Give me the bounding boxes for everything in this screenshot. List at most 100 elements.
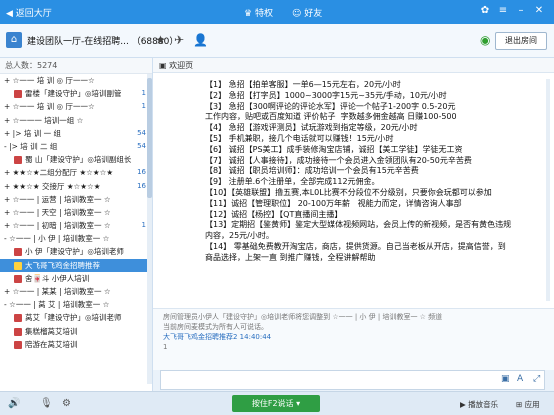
app-label: 应用 <box>524 400 540 409</box>
row-count: 54 <box>137 128 146 137</box>
notice-line: 内容，25元/小时。 <box>205 231 274 241</box>
member-item[interactable]: 陪游在莴艾培训 <box>0 338 152 351</box>
chat-message: 1 <box>163 343 168 351</box>
push-to-talk-button[interactable]: 按住F2说话 ▾ <box>232 395 320 412</box>
member-item[interactable]: 蜀 山「建设守护」◎培训副组长 <box>0 153 152 166</box>
chat-input[interactable]: ▣ A ⤢ <box>160 370 545 390</box>
bottom-toolbar: 🔊 🎙 ⚙ 按住F2说话 ▾ ▶ 播放音乐 ⊞ 应用 <box>0 391 554 415</box>
speaker-icon[interactable]: 🔊 <box>8 398 20 409</box>
notice-line: 【7】 诚招【人事接待】，成功接待一个会员进入金领团队有20-50元辛苦费 <box>205 155 472 165</box>
notice-line: 工作内容，贴吧或百度知道 评价帖子 字数越多佣金越高 日赚100-500 <box>205 112 457 122</box>
exit-room-button[interactable]: 退出房间 <box>495 32 547 50</box>
avatar-icon <box>14 261 22 270</box>
notice-line: 商品选择，上架一直 到推广赚钱，全程讲解帮助 <box>205 252 376 262</box>
skin-icon[interactable]: ✿ <box>478 4 492 18</box>
channel-scroll-thumb[interactable] <box>147 78 152 198</box>
notice-line: 【8】 诚招【职员培训师】：成功培训一个会员有15元辛苦费 <box>205 166 419 176</box>
push-to-talk-label: 按住F2说话 <box>251 399 294 408</box>
notice-scrollbar[interactable] <box>546 79 550 301</box>
member-item[interactable]: 雷楼「建设守护」◎培训副管 1 <box>0 87 152 100</box>
row-label: 陪游在莴艾培训 <box>25 339 78 349</box>
chat-message: 大飞哥飞鸡金招聘推荐2 14:40:44 <box>163 333 272 341</box>
channel-item[interactable]: + ☆一一 | 天空 | 培训教室一 ☆ <box>0 206 152 219</box>
channel-item[interactable]: + ☆一一 培 训 ◎ 厅一一☆ <box>0 74 152 87</box>
picture-icon[interactable]: ▣ <box>501 374 510 384</box>
menu-icon[interactable]: ≡ <box>496 4 510 18</box>
row-count: 1 <box>141 221 146 230</box>
chat-messages: 房间管理员小伊人「建设守护」◎培训老师将您调整到 ☆一一 | 小 伊 | 培训教… <box>153 308 554 370</box>
row-label: + ☆一一 | 运营 | 培训教室一 ☆ <box>4 194 111 204</box>
channel-item[interactable]: - |> 培 训 二 组 54 <box>0 140 152 153</box>
settings-icon[interactable]: ⚙ <box>62 398 71 409</box>
row-count: 16 <box>137 181 146 190</box>
close-icon[interactable]: ✕ <box>532 4 546 18</box>
row-label: - |> 培 训 二 组 <box>4 141 58 151</box>
row-label: 集糕榴莴艾培训 <box>25 326 78 336</box>
member-item[interactable]: 大飞哥飞鸡金招聘推荐 <box>0 258 152 272</box>
member-item[interactable]: 莴艾「建设守护」◎培训老师 <box>0 311 152 324</box>
back-to-lobby-button[interactable]: ◀ 返回大厅 <box>6 6 52 19</box>
notice-line: 【13】定期招【鉴黄师】鉴定大型媒体视频网站，会员上传的新视频，是否有黄色违规 <box>205 220 512 230</box>
channel-item[interactable]: + ★★☆★ 交接厅 ★☆★☆★ 16 <box>0 180 152 193</box>
notice-line: 【2】 急招【打字员】1000~3000字15元~35元/手动，10元/小时 <box>205 90 447 100</box>
row-count: 54 <box>137 141 146 150</box>
tab-friends[interactable]: ☺ 好友 <box>292 6 322 19</box>
row-label: - ☆一一 | 小 伊 | 培训教室一 ☆ <box>4 234 110 244</box>
avatar-icon <box>14 156 22 165</box>
notice-line: 【9】 注册单.6个注册单，全部完成112元佣金。 <box>205 177 380 187</box>
chat-message: 当前房间麦模式为所有人可说话。 <box>163 323 268 331</box>
notice-line: 【10】【英雄联盟】撸五赛,本L0L比赛不分段位不分级别，只要你会玩都可以参加 <box>205 187 492 197</box>
channel-scrollbar[interactable] <box>147 74 152 384</box>
back-label: 返回大厅 <box>15 9 52 19</box>
notice-line: 【6】 诚招【PS美工】成手装修淘宝店铺，诚招【美工学徒】学徒无工资 <box>205 144 463 154</box>
chat-message: 房间管理员小伊人「建设守护」◎培训老师将您调整到 ☆一一 | 小 伊 | 培训教… <box>163 313 443 321</box>
avatar-icon <box>14 274 22 283</box>
channel-item[interactable]: + ☆一一 培 训 ◎ 厅一一☆ 1 <box>0 100 152 113</box>
member-item[interactable]: 小 伊「建设守护」◎培训老师 <box>0 245 152 258</box>
channel-item[interactable]: + ★★☆★二组分配厅 ★☆★☆★ 16 <box>0 166 152 179</box>
row-label: 小 伊「建设守护」◎培训老师 <box>25 247 124 257</box>
row-label: 舍🀄斗 小伊人培训 <box>25 273 90 283</box>
avatar-icon <box>14 314 22 323</box>
channel-item[interactable]: - ☆一一 | 莴 艾 | 培训教室一 ☆ <box>0 298 152 311</box>
star-icon[interactable]: ★ <box>155 33 166 47</box>
minimize-icon[interactable]: – <box>514 4 528 18</box>
tab-welcome[interactable]: ▣ 欢迎页 <box>159 60 193 71</box>
expand-icon[interactable]: ⤢ <box>533 374 540 384</box>
row-label: + ★★☆★ 交接厅 ★☆★☆★ <box>4 181 101 191</box>
tab-friends-label: 好友 <box>304 9 323 19</box>
avatar-icon <box>14 340 22 349</box>
row-label: + ☆一一 | 初暗 | 培训教室一 ☆ <box>4 221 111 231</box>
plane-icon[interactable]: ✈ <box>174 33 184 47</box>
channel-item[interactable]: - ☆一一 | 小 伊 | 培训教室一 ☆ <box>0 232 152 245</box>
microphone-icon[interactable]: 🎙 <box>40 398 53 409</box>
room-header: ⌂ 建设团队一厅-在线招聘... （68880） ★ ✈ 👤 ◉ 退出房间 <box>0 24 554 58</box>
channel-tree: 总人数：5274 + ☆一一 培 训 ◎ 厅一一☆ 雷楼「建设守护」◎培训副管 1 +… <box>0 58 153 391</box>
row-label: 大飞哥飞鸡金招聘推荐 <box>25 260 100 270</box>
channel-item[interactable]: + ☆一一一 培训一组 ☆ <box>0 114 152 127</box>
channel-item[interactable]: + ☆一一 | 初暗 | 培训教室一 ☆ 1 <box>0 219 152 232</box>
play-music-button[interactable]: ▶ 播放音乐 <box>460 399 498 410</box>
row-label: 雷楼「建设守护」◎培训副管 <box>25 89 122 99</box>
notice-text: 【1】 急招【拍单客服】一单6—15元左右，20元/小时 【2】 急招【打字员】1… <box>205 80 535 264</box>
row-label: 莴艾「建设守护」◎培训老师 <box>25 313 122 323</box>
notice-panel: 【1】 急招【拍单客服】一单6—15元左右，20元/小时 【2】 急招【打字员】1… <box>153 73 554 308</box>
notice-line: 【3】 急招【300啊评论的评论水军】评论一个帖子1-200字 0.5-20元 <box>205 101 456 111</box>
tab-privilege-label: 特权 <box>254 9 273 19</box>
tab-privilege[interactable]: ♛ 特权 <box>244 6 273 19</box>
member-item[interactable]: 集糕榴莴艾培训 <box>0 325 152 338</box>
tab-welcome-label: 欢迎页 <box>169 61 194 70</box>
channel-item[interactable]: + ☆一一 | 运营 | 培训教室一 ☆ <box>0 193 152 206</box>
channel-item[interactable]: + |> 培 训 一 组 54 <box>0 127 152 140</box>
row-label: 蜀 山「建设守护」◎培训副组长 <box>25 155 132 165</box>
title-bar: ◀ 返回大厅 ♛ 特权 ☺ 好友 ✿ ≡ – ✕ <box>0 0 554 24</box>
channel-item[interactable]: + ☆一一 | 某某 | 培训教室一 ☆ <box>0 285 152 298</box>
row-label: + ☆一一 | 天空 | 培训教室一 ☆ <box>4 207 111 217</box>
row-label: - ☆一一 | 莴 艾 | 培训教室一 ☆ <box>4 300 110 310</box>
member-item[interactable]: 舍🀄斗 小伊人培训 <box>0 272 152 285</box>
member-count: 总人数：5274 <box>0 58 152 74</box>
app-button[interactable]: ⊞ 应用 <box>516 399 540 410</box>
add-user-icon[interactable]: 👤 <box>193 33 208 47</box>
row-label: + |> 培 训 一 组 <box>4 128 62 138</box>
font-icon[interactable]: A <box>517 374 523 384</box>
